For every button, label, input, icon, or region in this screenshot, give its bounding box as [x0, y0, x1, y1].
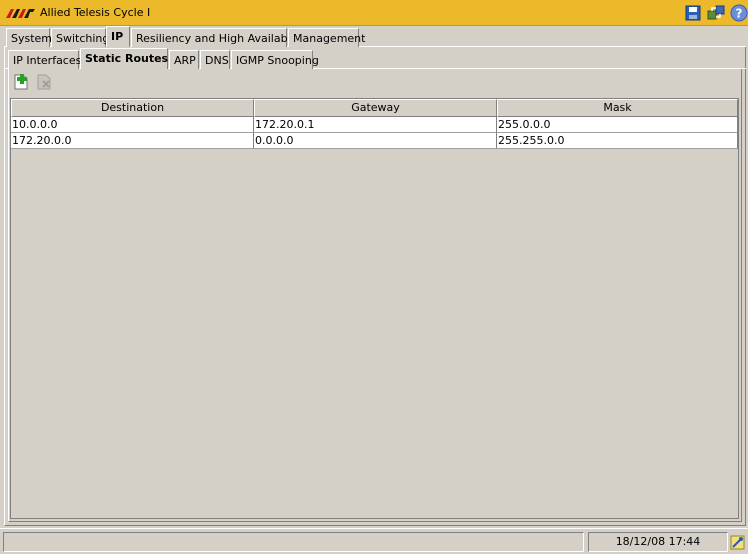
app-title: Allied Telesis Cycle I [40, 6, 151, 19]
cell-mask: 255.255.0.0 [497, 133, 738, 149]
cell-gateway: 172.20.0.1 [254, 117, 497, 133]
tab-management[interactable]: Management [288, 28, 365, 47]
help-icon[interactable]: ? [730, 4, 748, 22]
tab-system[interactable]: System [6, 28, 52, 47]
column-header-destination[interactable]: Destination [11, 99, 254, 117]
network-connect-icon[interactable] [707, 4, 725, 22]
status-datetime: 18/12/08 17:44 [588, 532, 728, 552]
title-bar: Allied Telesis Cycle I ? [0, 0, 748, 26]
static-routes-table: Destination Gateway Mask 10.0.0.0 172.20… [10, 98, 739, 519]
cell-destination: 172.20.0.0 [11, 133, 254, 149]
status-message-area [3, 532, 584, 552]
cell-mask: 255.0.0.0 [497, 117, 738, 133]
cell-destination: 10.0.0.0 [11, 117, 254, 133]
subtab-ip-interfaces[interactable]: IP Interfaces [8, 50, 81, 69]
add-route-icon[interactable] [12, 73, 30, 91]
table-row[interactable]: 10.0.0.0 172.20.0.1 255.0.0.0 [11, 117, 738, 133]
table-row[interactable]: 172.20.0.0 0.0.0.0 255.255.0.0 [11, 133, 738, 149]
delete-route-icon[interactable] [35, 73, 53, 91]
status-bar: 18/12/08 17:44 [0, 528, 748, 554]
subtab-static-routes[interactable]: Static Routes [80, 48, 168, 69]
tab-ip[interactable]: IP [106, 26, 130, 47]
allied-telesis-logo [6, 9, 35, 18]
status-tool-icon[interactable] [730, 535, 745, 550]
subtab-igmp-snooping[interactable]: IGMP Snooping [231, 50, 319, 69]
subtab-dns[interactable]: DNS [200, 50, 230, 69]
cell-gateway: 0.0.0.0 [254, 133, 497, 149]
save-icon[interactable] [684, 4, 702, 22]
tab-resiliency[interactable]: Resiliency and High Availability [131, 28, 308, 47]
column-header-gateway[interactable]: Gateway [254, 99, 497, 117]
svg-text:?: ? [736, 7, 743, 21]
tab-switching[interactable]: Switching [51, 28, 109, 47]
column-header-mask[interactable]: Mask [497, 99, 738, 117]
subtab-arp[interactable]: ARP [169, 50, 199, 69]
